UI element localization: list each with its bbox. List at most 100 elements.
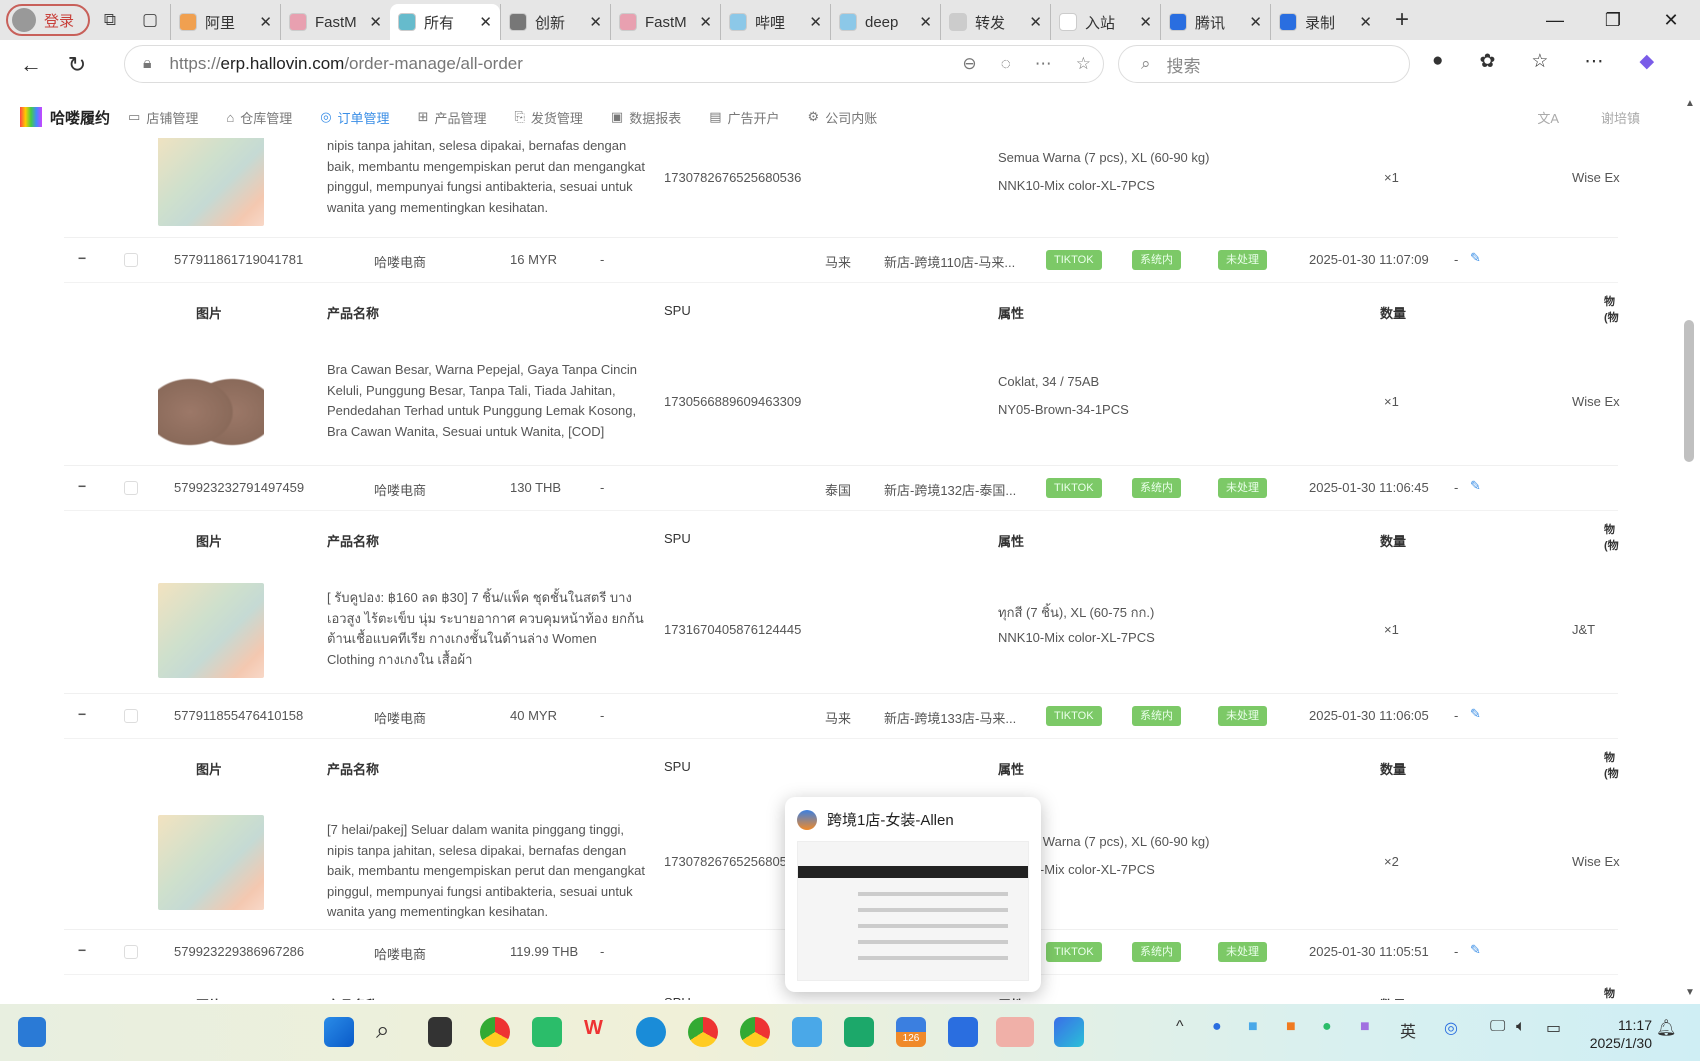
input-method-icon[interactable]: 英 [1400, 1018, 1416, 1042]
network-app-icon[interactable] [792, 1017, 822, 1047]
tencent-meeting-icon[interactable] [948, 1017, 978, 1047]
tab-close-icon[interactable]: ✕ [259, 13, 272, 31]
browser-tab[interactable]: deep ✕ [830, 4, 940, 40]
tab-close-icon[interactable]: ✕ [589, 13, 602, 31]
network-icon[interactable]: 🖵︎ [1490, 1018, 1505, 1036]
search-input[interactable]: ⌕ 搜索 [1118, 45, 1410, 83]
chrome-icon[interactable] [480, 1017, 510, 1047]
wechat-icon[interactable] [996, 1017, 1034, 1047]
tab-actions-icon[interactable]: ▢ [130, 4, 170, 36]
feishu-icon[interactable] [1054, 1017, 1084, 1047]
close-window-button[interactable]: ✕ [1642, 0, 1700, 40]
nav-item-accounting[interactable]: ⚙ 公司内账 [808, 108, 878, 127]
order-checkbox[interactable] [124, 945, 138, 959]
favorite-star-icon[interactable]: ☆ [1076, 54, 1091, 74]
refresh-button[interactable]: ↻ [54, 52, 100, 78]
tab-close-icon[interactable]: ✕ [1139, 13, 1152, 31]
restore-button[interactable]: ❐ [1584, 0, 1642, 40]
tab-close-icon[interactable]: ✕ [1359, 13, 1372, 31]
order-checkbox[interactable] [124, 709, 138, 723]
system-clock[interactable]: 11:17 2025/1/30 [1590, 1016, 1652, 1052]
nav-item-store[interactable]: ▭ 店铺管理 [128, 108, 198, 127]
tab-close-icon[interactable]: ✕ [1249, 13, 1262, 31]
order-row[interactable]: − 577911855476410158 哈喽电商 40 MYR - 马来 新店… [64, 694, 1618, 739]
battery-icon[interactable]: ▭ [1546, 1018, 1561, 1038]
nav-item-order[interactable]: ◎ 订单管理 [320, 108, 389, 127]
nav-item-shipping[interactable]: ⎘ 发货管理 [514, 108, 582, 127]
product-image[interactable] [158, 815, 264, 910]
tab-close-icon[interactable]: ✕ [809, 13, 822, 31]
chrome-user-icon[interactable] [740, 1017, 770, 1047]
order-checkbox[interactable] [124, 253, 138, 267]
scrollbar-thumb[interactable] [1684, 320, 1694, 462]
email-126-icon[interactable]: 126 [896, 1017, 926, 1047]
tray-app-icon-1[interactable]: ● [1212, 1018, 1222, 1036]
product-image[interactable] [158, 138, 264, 226]
task-view-icon[interactable] [428, 1017, 452, 1047]
order-row[interactable]: − 579923232791497459 哈喽电商 130 THB - 泰国 新… [64, 466, 1618, 511]
tray-app-icon-5[interactable]: ◎ [1444, 1018, 1458, 1038]
extensions-icon[interactable]: ✿ [1479, 50, 1495, 73]
chrome-profile-icon[interactable] [688, 1017, 718, 1047]
browser-tab[interactable]: 录制 ✕ [1270, 4, 1380, 40]
collapse-icon[interactable]: − [78, 942, 86, 958]
copilot-icon[interactable]: ◆ [1639, 50, 1654, 73]
mail-app-icon[interactable] [532, 1017, 562, 1047]
browser-tab[interactable]: 入站 ✕ [1050, 4, 1160, 40]
edit-pencil-icon[interactable]: ✎ [1470, 250, 1481, 266]
browser-tab[interactable]: 所有 ✕ [390, 4, 500, 40]
preview-thumbnail[interactable] [797, 841, 1029, 981]
widgets-icon[interactable] [18, 1017, 46, 1047]
app-logo[interactable]: 哈喽履约 [20, 107, 110, 128]
browser-tab[interactable]: 哔哩 ✕ [720, 4, 830, 40]
nav-item-report[interactable]: ▣ 数据报表 [611, 108, 681, 127]
order-checkbox[interactable] [124, 481, 138, 495]
scroll-down-arrow[interactable]: ▼ [1685, 987, 1695, 998]
browser-tab[interactable]: 转发 ✕ [940, 4, 1050, 40]
url-input[interactable]: 🔒︎ https://erp.hallovin.com/order-manage… [124, 45, 1104, 83]
tab-close-icon[interactable]: ✕ [369, 13, 382, 31]
volume-icon[interactable]: 🔈︎ [1516, 1018, 1526, 1036]
collapse-icon[interactable]: − [78, 250, 86, 266]
minimize-button[interactable]: — [1526, 0, 1584, 40]
profile-icon[interactable]: ● [1432, 50, 1443, 73]
nav-item-ad[interactable]: ▤ 广告开户 [709, 108, 779, 127]
user-name[interactable]: 谢培镇 [1601, 108, 1640, 127]
collapse-icon[interactable]: − [78, 478, 86, 494]
translate-icon[interactable]: 文A [1537, 108, 1559, 127]
more-actions-icon[interactable]: ⋯ [1035, 54, 1052, 74]
edge-refresh-icon[interactable]: ◌ [1001, 54, 1011, 74]
order-row[interactable]: − 577911861719041781 哈喽电商 16 MYR - 马来 新店… [64, 238, 1618, 283]
back-button[interactable]: ← [8, 52, 54, 78]
n-app-icon[interactable] [844, 1017, 874, 1047]
zoom-out-icon[interactable]: ⊖ [962, 54, 976, 74]
collapse-icon[interactable]: − [78, 706, 86, 722]
tab-close-icon[interactable]: ✕ [479, 13, 492, 31]
tray-wechat-icon[interactable]: ● [1322, 1018, 1332, 1036]
workspaces-icon[interactable]: ⧉ [90, 4, 130, 36]
browser-tab[interactable]: FastM ✕ [610, 4, 720, 40]
new-tab-button[interactable]: + [1380, 6, 1424, 34]
wps-icon[interactable]: W [584, 1017, 614, 1047]
edge-icon[interactable] [636, 1017, 666, 1047]
taskbar-window-preview[interactable]: 跨境1店-女装-Allen [785, 797, 1041, 992]
browser-tab[interactable]: 创新 ✕ [500, 4, 610, 40]
page-scrollbar[interactable]: ▲ ▼ [1680, 96, 1700, 1000]
edit-pencil-icon[interactable]: ✎ [1470, 478, 1481, 494]
edit-pencil-icon[interactable]: ✎ [1470, 706, 1481, 722]
browser-tab[interactable]: 腾讯 ✕ [1160, 4, 1270, 40]
tray-app-icon-4[interactable]: ■ [1360, 1018, 1370, 1036]
browser-tab[interactable]: 阿里 ✕ [170, 4, 280, 40]
tab-close-icon[interactable]: ✕ [919, 13, 932, 31]
edit-pencil-icon[interactable]: ✎ [1470, 942, 1481, 958]
tray-app-icon-3[interactable]: ■ [1286, 1018, 1296, 1036]
tab-close-icon[interactable]: ✕ [1029, 13, 1042, 31]
tray-expand-icon[interactable]: ^ [1176, 1018, 1184, 1036]
tab-close-icon[interactable]: ✕ [699, 13, 712, 31]
tray-app-icon-2[interactable]: ■ [1248, 1018, 1258, 1036]
notification-bell-icon[interactable]: 🔔︎ [1656, 1018, 1676, 1038]
taskbar-search-icon[interactable]: ⌕ [376, 1017, 406, 1047]
nav-item-warehouse[interactable]: ⌂ 仓库管理 [226, 108, 292, 127]
browser-tab[interactable]: FastM ✕ [280, 4, 390, 40]
scroll-up-arrow[interactable]: ▲ [1685, 98, 1695, 109]
